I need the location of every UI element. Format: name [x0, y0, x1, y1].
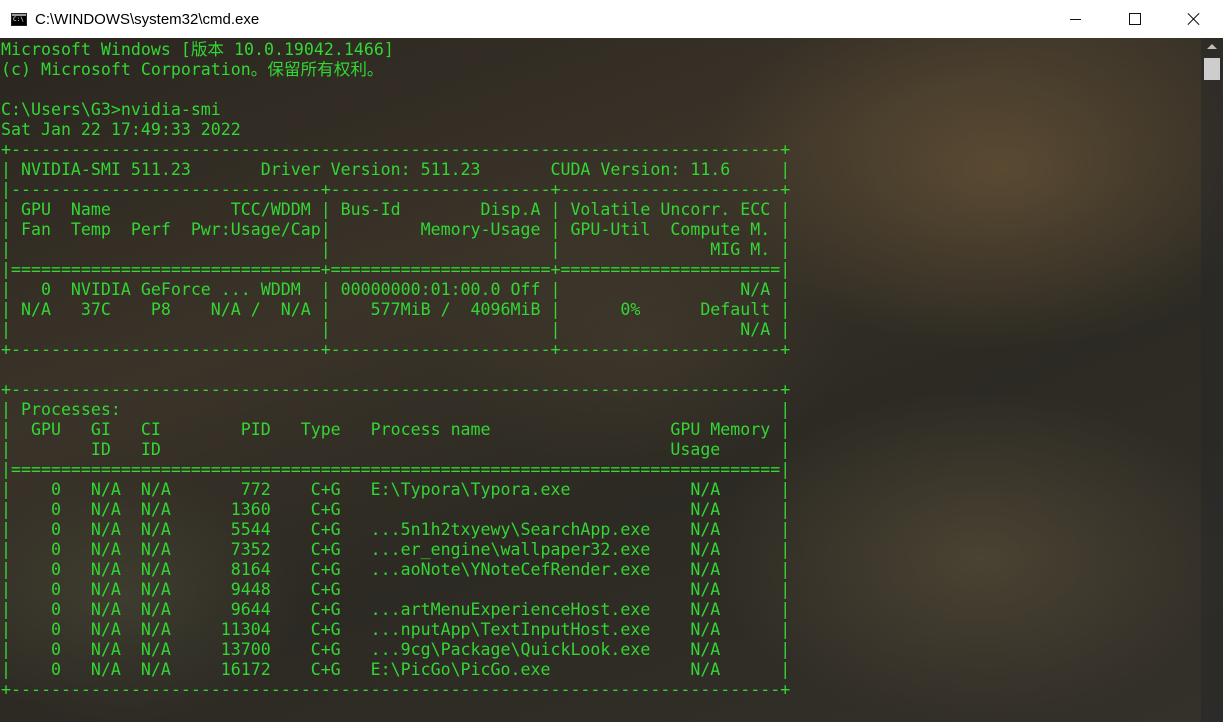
console-line: C:\Users\G3>nvidia-smi [1, 100, 221, 119]
console-output[interactable]: Microsoft Windows [版本 10.0.19042.1466] (… [0, 38, 1223, 722]
console-line: Sat Jan 22 17:49:33 2022 [1, 120, 241, 139]
console-line: | ID ID Usage | [1, 440, 791, 459]
maximize-icon [1128, 13, 1141, 25]
minimize-icon [1070, 18, 1081, 20]
console-line: | GPU Name TCC/WDDM | Bus-Id Disp.A | Vo… [1, 200, 791, 219]
cmd-window: C:\WINDOWS\system32\cmd.exe Microsoft Wi… [0, 0, 1223, 722]
scroll-up-arrow-icon[interactable] [1207, 44, 1217, 49]
vertical-scrollbar[interactable] [1201, 38, 1223, 722]
console-text: Microsoft Windows [版本 10.0.19042.1466] (… [1, 40, 790, 700]
console-line: +---------------------------------------… [1, 380, 791, 399]
window-title: C:\WINDOWS\system32\cmd.exe [35, 10, 260, 28]
console-line: | Fan Temp Perf Pwr:Usage/Cap| Memory-Us… [1, 220, 791, 239]
console-line: | 0 N/A N/A 9448 C+G N/A | [1, 580, 791, 599]
console-line: | N/A 37C P8 N/A / N/A | 577MiB / 4096Mi… [1, 300, 791, 319]
scrollbar-thumb[interactable] [1204, 58, 1220, 80]
maximize-button[interactable] [1105, 0, 1164, 38]
console-line: | 0 N/A N/A 772 C+G E:\Typora\Typora.exe… [1, 480, 791, 499]
console-line: |=======================================… [1, 460, 791, 479]
cmd-icon[interactable] [11, 12, 27, 26]
minimize-button[interactable] [1046, 0, 1105, 38]
console-line: | 0 N/A N/A 5544 C+G ...5n1h2txyewy\Sear… [1, 520, 791, 539]
console-line: | GPU GI CI PID Type Process name GPU Me… [1, 420, 791, 439]
close-icon [1188, 13, 1200, 25]
console-line: | 0 N/A N/A 16172 C+G E:\PicGo\PicGo.exe… [1, 660, 791, 679]
console-line: | Processes: | [1, 400, 791, 419]
console-line: +---------------------------------------… [1, 140, 791, 159]
console-line: | | | MIG M. | [1, 240, 791, 259]
console-line: | 0 N/A N/A 1360 C+G N/A | [1, 500, 791, 519]
title-bar[interactable]: C:\WINDOWS\system32\cmd.exe [0, 0, 1223, 38]
console-line: (c) Microsoft Corporation。保留所有权利。 [1, 60, 384, 79]
console-line: | NVIDIA-SMI 511.23 Driver Version: 511.… [1, 160, 791, 179]
console-line: +---------------------------------------… [1, 680, 791, 699]
console-line: | 0 N/A N/A 8164 C+G ...aoNote\YNoteCefR… [1, 560, 791, 579]
console-line: | | | N/A | [1, 320, 791, 339]
console-line: | 0 N/A N/A 13700 C+G ...9cg\Package\Qui… [1, 640, 791, 659]
console-line: | 0 N/A N/A 7352 C+G ...er_engine\wallpa… [1, 540, 791, 559]
window-controls [1046, 0, 1223, 38]
close-button[interactable] [1164, 0, 1223, 38]
console-line: | 0 NVIDIA GeForce ... WDDM | 00000000:0… [1, 280, 791, 299]
console-line: | 0 N/A N/A 11304 C+G ...nputApp\TextInp… [1, 620, 791, 639]
console-line: +-------------------------------+-------… [1, 340, 791, 359]
console-line: |-------------------------------+-------… [1, 180, 791, 199]
console-line: Microsoft Windows [版本 10.0.19042.1466] [1, 40, 394, 59]
console-line: | 0 N/A N/A 9644 C+G ...artMenuExperienc… [1, 600, 791, 619]
console-line: |===============================+=======… [1, 260, 791, 279]
